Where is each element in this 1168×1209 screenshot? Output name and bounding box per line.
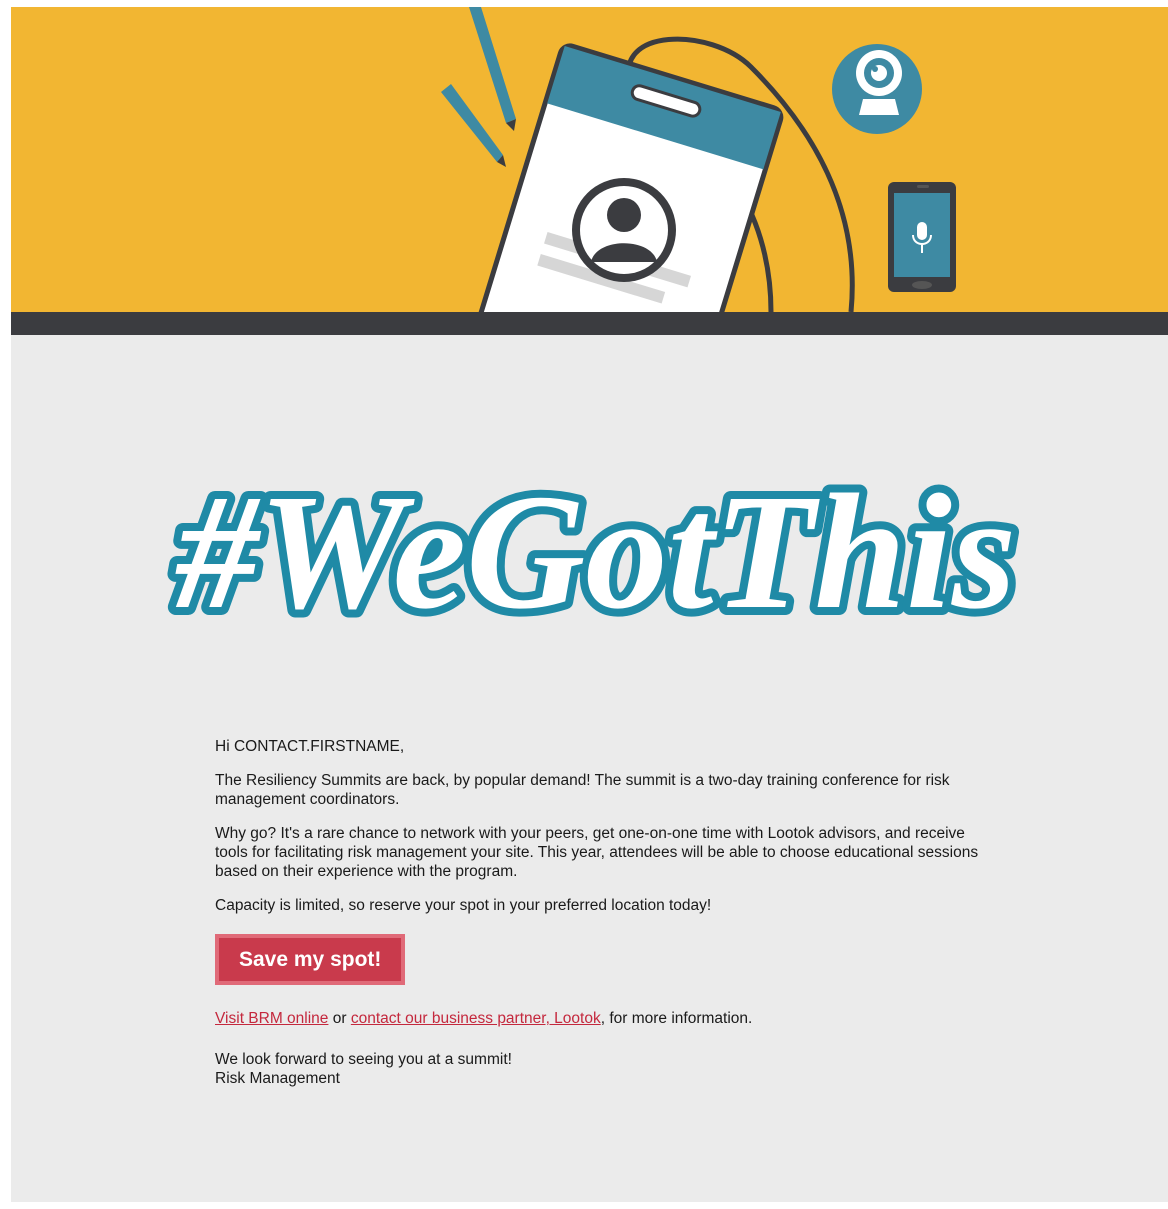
email-content: Hi CONTACT.FIRSTNAME, The Resiliency Sum…: [215, 737, 995, 1088]
webcam-icon: [832, 44, 922, 134]
info-suffix: , for more information.: [600, 1010, 753, 1027]
email-body: #WeGotThis Hi CONTACT.FIRSTNAME, The Res…: [11, 7, 1168, 1202]
contact-lootok-link[interactable]: contact our business partner, Lootok: [351, 1010, 601, 1027]
smartphone-microphone-icon: [888, 182, 956, 292]
header-banner: [11, 7, 1168, 312]
why-go-paragraph: Why go? It's a rare chance to network wi…: [215, 825, 979, 880]
hashtag-text: #WeGotThis: [175, 460, 1016, 643]
info-or: or: [328, 1010, 351, 1027]
save-my-spot-button[interactable]: Save my spot!: [215, 934, 406, 985]
capacity-paragraph: Capacity is limited, so reserve your spo…: [215, 897, 712, 914]
signoff: We look forward to seeing you at a summi…: [215, 1050, 995, 1088]
signoff-line: We look forward to seeing you at a summi…: [215, 1051, 512, 1068]
user-avatar-icon: [572, 178, 676, 282]
signature: Risk Management: [215, 1070, 340, 1087]
visit-brm-link[interactable]: Visit BRM online: [215, 1010, 328, 1027]
banner-divider: [11, 312, 1168, 335]
info-line: Visit BRM online or contact our business…: [215, 1009, 995, 1028]
intro-paragraph: The Resiliency Summits are back, by popu…: [215, 772, 950, 808]
hashtag-logo: #WeGotThis: [167, 452, 1024, 651]
greeting: Hi CONTACT.FIRSTNAME,: [215, 738, 405, 755]
pencil-icon: [441, 7, 516, 167]
banner-illustration: [441, 7, 956, 312]
